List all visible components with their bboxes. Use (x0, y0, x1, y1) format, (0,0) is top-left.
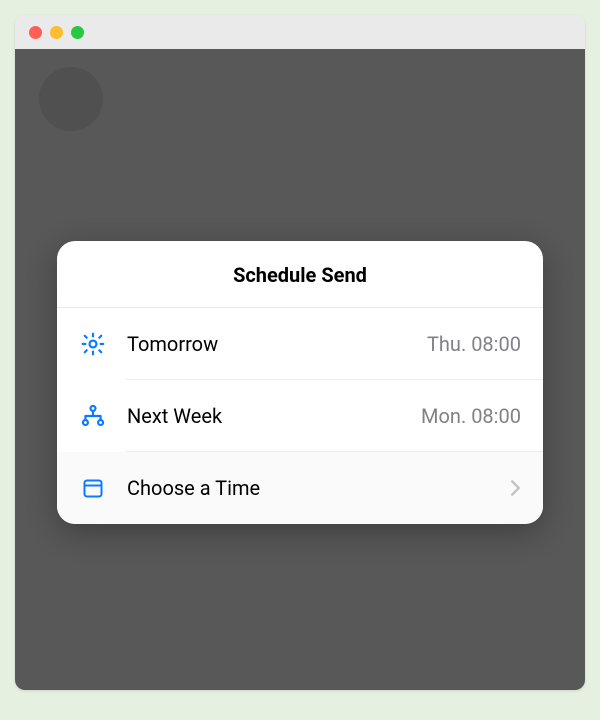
option-label: Choose a Time (127, 476, 502, 500)
sitemap-icon (79, 402, 107, 430)
chevron-right-icon (510, 479, 521, 497)
maximize-icon[interactable] (71, 26, 84, 39)
sheet-header: Schedule Send (57, 241, 543, 308)
app-body: Schedule Send Tomorr (15, 49, 585, 690)
schedule-send-sheet: Schedule Send Tomorr (57, 241, 543, 524)
option-label: Tomorrow (127, 332, 427, 356)
option-next-week[interactable]: Next Week Mon. 08:00 (57, 380, 543, 452)
minimize-icon[interactable] (50, 26, 63, 39)
app-window: Schedule Send Tomorr (15, 15, 585, 690)
option-tomorrow[interactable]: Tomorrow Thu. 08:00 (57, 308, 543, 380)
option-time: Mon. 08:00 (421, 404, 521, 428)
sun-icon (79, 330, 107, 358)
close-icon[interactable] (29, 26, 42, 39)
avatar (39, 67, 103, 131)
titlebar (15, 15, 585, 49)
option-choose-time[interactable]: Choose a Time (57, 452, 543, 524)
option-label: Next Week (127, 404, 421, 428)
calendar-icon (79, 474, 107, 502)
option-time: Thu. 08:00 (427, 332, 521, 356)
sheet-title: Schedule Send (57, 263, 543, 287)
